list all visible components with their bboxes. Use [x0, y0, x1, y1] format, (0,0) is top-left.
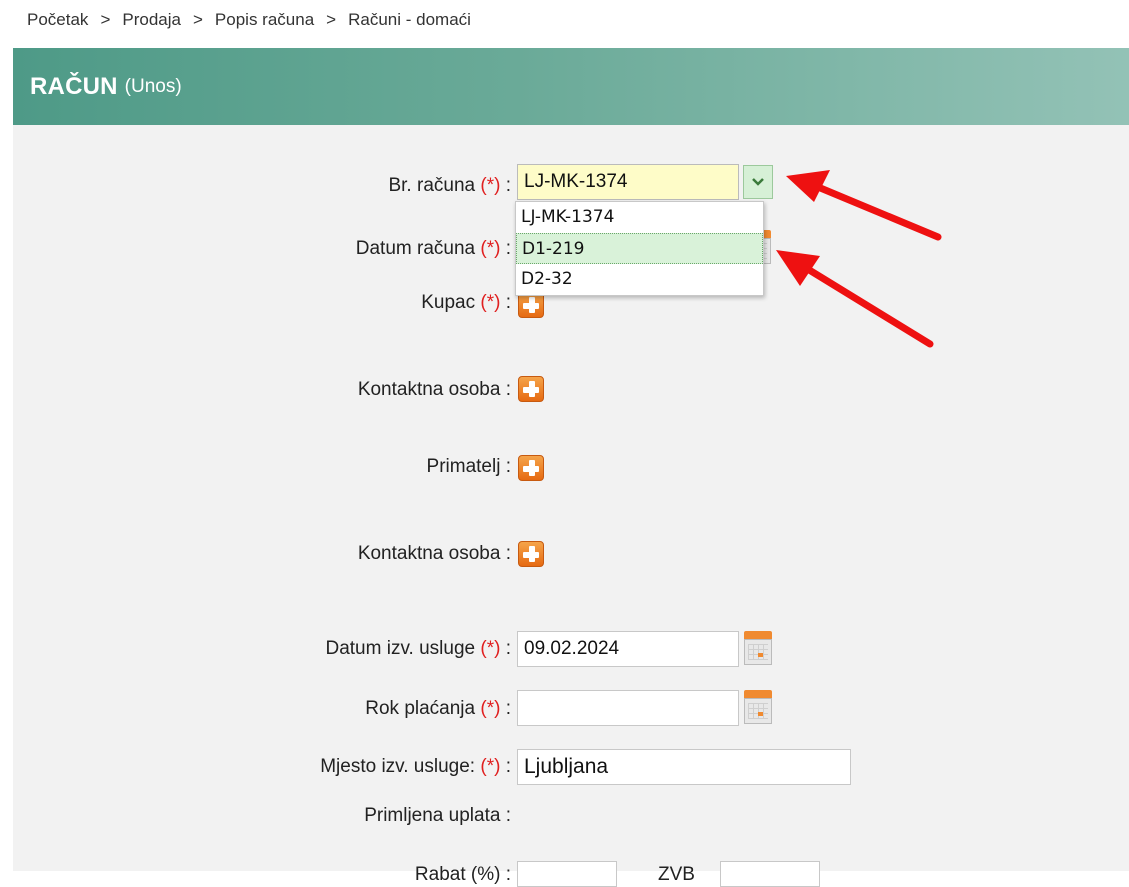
payment-received-label: Primljena uplata : [364, 805, 511, 826]
add-buyer-contact-plus-icon[interactable] [518, 376, 544, 402]
required-mark: (*) [480, 175, 501, 196]
invoice-no-select[interactable]: LJ-MK-1374 [517, 164, 739, 200]
calendar-icon[interactable] [744, 690, 772, 724]
breadcrumb-home[interactable]: Početak [27, 10, 88, 30]
panel-header: RAČUN (Unos) [13, 48, 1129, 125]
buyer-label: Kupac (*) : [421, 292, 511, 313]
vat-label: ZVB [658, 864, 695, 885]
invoice-date-label: Datum računa (*) : [355, 238, 511, 259]
service-date-input[interactable]: 09.02.2024 [517, 631, 739, 667]
discount-label: Rabat (%) : [414, 864, 511, 885]
chevron-down-icon [752, 178, 764, 186]
required-mark: (*) [480, 698, 501, 719]
page-title: RAČUN [30, 72, 118, 100]
add-recipient-plus-icon[interactable] [518, 455, 544, 481]
service-date-value: 09.02.2024 [524, 638, 620, 659]
required-mark: (*) [480, 638, 501, 659]
service-date-label: Datum izv. usluge (*) : [325, 638, 511, 659]
required-mark: (*) [480, 292, 501, 313]
payment-due-label: Rok plaćanja (*) : [365, 698, 511, 719]
invoice-no-dropdown-button[interactable] [743, 165, 773, 199]
service-place-label: Mjesto izv. usluge: (*) : [320, 756, 511, 777]
breadcrumb-domestic-invoices[interactable]: Računi - domaći [348, 10, 471, 30]
calendar-icon[interactable] [744, 631, 772, 665]
required-mark: (*) [480, 756, 501, 777]
dropdown-option[interactable]: LJ-MK-1374 [516, 202, 763, 233]
breadcrumb-invoice-list[interactable]: Popis računa [215, 10, 314, 30]
breadcrumb: Početak > Prodaja > Popis računa > Račun… [27, 10, 471, 30]
payment-due-input[interactable] [517, 690, 739, 726]
service-place-value: Ljubljana [524, 755, 609, 778]
required-mark: (*) [480, 238, 501, 259]
invoice-no-value: LJ-MK-1374 [524, 171, 628, 192]
breadcrumb-separator: > [326, 10, 337, 29]
breadcrumb-separator: > [100, 10, 111, 29]
service-place-input[interactable]: Ljubljana [517, 749, 851, 785]
breadcrumb-separator: > [192, 10, 203, 29]
vat-input[interactable] [720, 861, 820, 887]
breadcrumb-sales[interactable]: Prodaja [122, 10, 181, 30]
page-mode: (Unos) [124, 75, 182, 97]
dropdown-option-highlighted[interactable]: D1-219 [516, 233, 763, 264]
invoice-no-label: Br. računa (*) : [388, 175, 511, 196]
dropdown-option[interactable]: D2-32 [516, 264, 763, 295]
buyer-contact-label: Kontaktna osoba : [357, 379, 511, 400]
add-recipient-contact-plus-icon[interactable] [518, 541, 544, 567]
discount-input[interactable] [517, 861, 617, 887]
recipient-label: Primatelj : [426, 456, 511, 477]
recipient-contact-label: Kontaktna osoba : [357, 543, 511, 564]
invoice-no-dropdown: LJ-MK-1374 D1-219 D2-32 [515, 201, 764, 296]
